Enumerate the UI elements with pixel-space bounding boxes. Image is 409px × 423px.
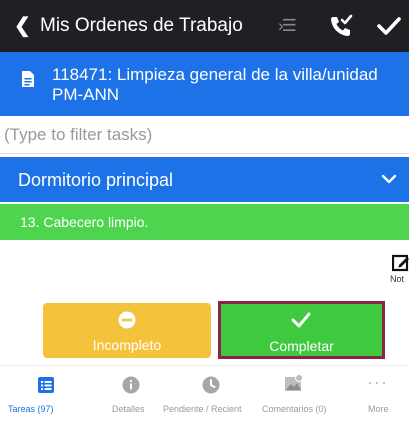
work-order-header: 118471: Limpieza general de la villa/uni… xyxy=(0,52,409,116)
bottom-tab-bar: Tareas (97) Detalles Pendiente / Recient… xyxy=(0,365,409,422)
page-title: Mis Ordenes de Trabajo xyxy=(40,15,243,36)
section-label: Dormitorio principal xyxy=(18,170,174,190)
tab-tareas-label: Tareas (97) xyxy=(8,404,54,414)
tab-pendiente[interactable]: Pendiente / Recient xyxy=(160,366,270,423)
tab-detalles-label: Detalles xyxy=(112,404,145,414)
work-order-subtitle: PM-ANN xyxy=(52,85,120,104)
phone-check-icon[interactable] xyxy=(327,12,355,40)
tab-comentarios-label: Comentarios (0) xyxy=(262,404,327,414)
tab-more-label: More xyxy=(368,404,389,414)
incomplete-button[interactable]: Incompleto xyxy=(43,303,211,358)
complete-button[interactable]: Completar xyxy=(218,301,385,359)
top-navigation-bar: ❮ Mis Ordenes de Trabajo ›☰ xyxy=(0,0,409,52)
clock-icon xyxy=(202,376,220,394)
info-icon xyxy=(122,376,140,394)
tab-pendiente-label: Pendiente / Recient xyxy=(163,404,242,414)
notes-button[interactable]: Not xyxy=(388,250,409,290)
tab-tareas[interactable]: Tareas (97) xyxy=(0,366,82,423)
task-label: 13. Cabecero limpio. xyxy=(20,214,149,230)
tab-comentarios[interactable]: Comentarios (0) xyxy=(256,366,336,423)
minus-circle-icon xyxy=(118,311,136,329)
image-icon xyxy=(285,374,303,391)
tab-more[interactable]: ··· More xyxy=(350,366,409,423)
list-icon[interactable]: ›☰ xyxy=(278,16,297,36)
list-icon xyxy=(38,377,54,393)
complete-label: Completar xyxy=(269,338,334,354)
work-order-title: 118471: Limpieza general de la villa/uni… xyxy=(52,65,378,84)
edit-note-icon xyxy=(392,254,409,272)
incomplete-label: Incompleto xyxy=(92,337,162,353)
document-icon xyxy=(22,71,34,87)
section-header-dormitorio[interactable]: Dormitorio principal xyxy=(0,157,409,202)
notes-label: Not xyxy=(390,274,405,284)
filter-tasks-input[interactable] xyxy=(0,116,409,154)
more-icon: ··· xyxy=(367,372,388,392)
filter-bar xyxy=(0,116,409,154)
task-row[interactable]: 13. Cabecero limpio. xyxy=(0,204,409,240)
back-icon[interactable]: ❮ xyxy=(14,14,31,38)
check-icon xyxy=(291,312,311,328)
check-icon[interactable] xyxy=(375,12,403,40)
chevron-down-icon[interactable] xyxy=(381,171,397,187)
